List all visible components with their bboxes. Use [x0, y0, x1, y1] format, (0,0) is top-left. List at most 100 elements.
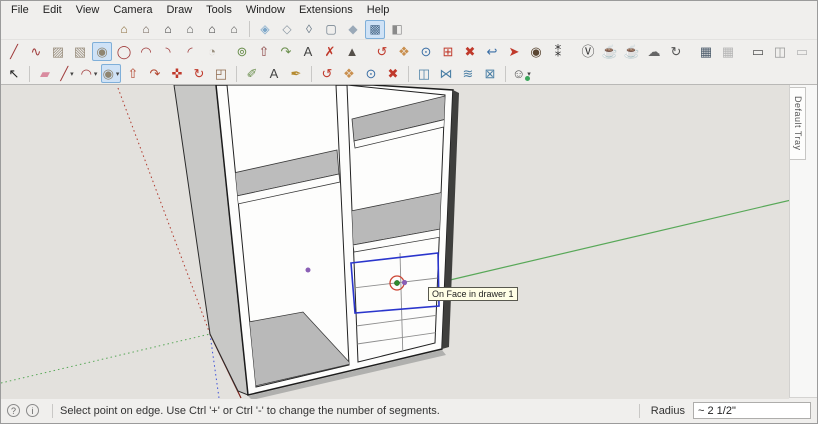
menu-file[interactable]: File: [4, 3, 36, 17]
toolbar-divider: [29, 65, 30, 82]
push-pull-tool-button[interactable]: ⇧: [254, 42, 274, 61]
asset-editor-button[interactable]: ▭: [748, 42, 768, 61]
menu-view[interactable]: View: [69, 3, 107, 17]
section-plane-tool-button[interactable]: ◫: [414, 64, 434, 83]
view-back-icon: ⌂: [208, 22, 216, 36]
rotate-tool-button[interactable]: ↻: [189, 64, 209, 83]
help-icon[interactable]: ?: [7, 404, 20, 417]
view-left-button[interactable]: ⌂: [224, 20, 244, 39]
style-wireframe-button[interactable]: ◊: [299, 20, 319, 39]
lock-viewport-button[interactable]: ▣: [814, 42, 817, 61]
eraser-tool-button[interactable]: ▰: [35, 64, 55, 83]
zoom-tool-button[interactable]: ⊙: [416, 42, 436, 61]
three-point-arc-tool-button[interactable]: ◜: [180, 42, 200, 61]
view-iso-button[interactable]: ⌂: [114, 20, 134, 39]
chaos-cloud-button[interactable]: ☁: [644, 42, 664, 61]
style-shaded-button[interactable]: ◆: [343, 20, 363, 39]
polygon-tool-button[interactable]: ◯: [114, 42, 134, 61]
paint-bucket-tool-button[interactable]: ✒: [286, 64, 306, 83]
scale-tool-button[interactable]: ◰: [211, 64, 231, 83]
menu-tools[interactable]: Tools: [199, 3, 239, 17]
text-tool-button[interactable]: A: [264, 64, 284, 83]
menu-draw[interactable]: Draw: [159, 3, 199, 17]
menu-help[interactable]: Help: [360, 3, 397, 17]
line-tool-button[interactable]: ╱: [4, 42, 24, 61]
context-info-icon[interactable]: i: [26, 404, 39, 417]
circle-tool-flyout-button[interactable]: ◉ ▾: [101, 64, 121, 83]
rotated-rectangle-tool-button[interactable]: ▧: [70, 42, 90, 61]
arc-tool-flyout-dropdown[interactable]: ▾: [94, 70, 98, 78]
move-tool-button[interactable]: ✜: [167, 64, 187, 83]
pan-tool-button[interactable]: ❖: [339, 64, 359, 83]
zoom-previous-tool-button[interactable]: ↩: [482, 42, 502, 61]
zoom-tool-button[interactable]: ⊙: [361, 64, 381, 83]
3d-text-tool-button[interactable]: ▲: [342, 42, 362, 61]
two-point-arc-tool-button[interactable]: ◝: [158, 42, 178, 61]
orbit-tool-button[interactable]: ↺: [372, 42, 392, 61]
render-interactive-icon: ☕: [623, 44, 641, 59]
zoom-extents-tool-button[interactable]: ✖: [460, 42, 480, 61]
walk-tool-button[interactable]: ⁑: [548, 42, 568, 61]
view-right-button[interactable]: ⌂: [180, 20, 200, 39]
freehand-tool-button[interactable]: ∿: [26, 42, 46, 61]
style-back-edges-button[interactable]: ◇: [277, 20, 297, 39]
cosmos-sync-button[interactable]: ↻: [666, 42, 686, 61]
frame-buffer-button[interactable]: ▦: [696, 42, 716, 61]
text-tool-button[interactable]: A: [298, 42, 318, 61]
vray-logo-button[interactable]: Ⓥ: [578, 42, 598, 61]
default-tray-tab[interactable]: Default Tray: [790, 87, 807, 160]
style-hidden-line-button[interactable]: ▢: [321, 20, 341, 39]
orbit-tool-button[interactable]: ↺: [317, 64, 337, 83]
line-tool-icon: ╱: [10, 44, 18, 59]
rectangle-tool-button[interactable]: ▨: [48, 42, 68, 61]
zoom-extents-tool-button[interactable]: ✖: [383, 64, 403, 83]
menu-edit[interactable]: Edit: [36, 3, 69, 17]
render-teapot-button[interactable]: ☕: [600, 42, 620, 61]
section-display-toggle-button[interactable]: ⋈: [436, 64, 456, 83]
style-monochrome-button[interactable]: ◧: [387, 20, 407, 39]
menu-camera[interactable]: Camera: [106, 3, 159, 17]
arc-tool-flyout-button[interactable]: ◠ ▾: [79, 64, 99, 83]
cabinet-model[interactable]: [173, 85, 459, 399]
line-tool-flyout-dropdown[interactable]: ▾: [70, 70, 74, 78]
style-shaded-textures-button[interactable]: ▩: [365, 19, 385, 39]
view-top-button[interactable]: ⌂: [136, 20, 156, 39]
circle-tool-flyout-dropdown[interactable]: ▾: [116, 70, 120, 78]
look-around-tool-button[interactable]: ◉: [526, 42, 546, 61]
arc-tool-button[interactable]: ◠: [136, 42, 156, 61]
main-area: On Face in drawer 1 Default Tray: [1, 85, 817, 399]
pan-tool-button[interactable]: ❖: [394, 42, 414, 61]
position-camera-tool-button[interactable]: ➤: [504, 42, 524, 61]
view-back-button[interactable]: ⌂: [202, 20, 222, 39]
menu-bar: File Edit View Camera Draw Tools Window Extensi…: [1, 1, 817, 19]
circle-tool-button[interactable]: ◉: [92, 42, 112, 61]
section-fill-toggle-button[interactable]: ⊠: [480, 64, 500, 83]
section-cut-toggle-button[interactable]: ≋: [458, 64, 478, 83]
pie-tool-button[interactable]: ◔: [202, 42, 222, 61]
follow-me-tool-button[interactable]: ↷: [145, 64, 165, 83]
push-pull-tool-button[interactable]: ⇧: [123, 64, 143, 83]
section-cut-toggle-icon: ≋: [462, 66, 474, 81]
drawing-canvas[interactable]: On Face in drawer 1: [1, 85, 790, 399]
select-tool-button[interactable]: ↖: [4, 64, 24, 83]
frame-buffer-secondary-button[interactable]: ▦: [718, 42, 738, 61]
move-tool-icon: ✜: [171, 66, 183, 81]
tape-measure-tool-button[interactable]: ✐: [242, 64, 262, 83]
vfb-settings-button[interactable]: ◫: [770, 42, 790, 61]
line-tool-flyout-button[interactable]: ╱ ▾: [57, 64, 77, 83]
axes-tool-button[interactable]: ✗: [320, 42, 340, 61]
render-interactive-button[interactable]: ☕: [622, 42, 642, 61]
measurement-input[interactable]: [693, 402, 811, 419]
style-xray-button[interactable]: ◈: [255, 20, 275, 39]
menu-extensions[interactable]: Extensions: [292, 3, 360, 17]
offset-tool-button[interactable]: ⊚: [232, 42, 252, 61]
frame-buffer-secondary-icon: ▦: [721, 44, 735, 59]
status-bar: ? i Select point on edge. Use Ctrl '+' o…: [1, 397, 817, 423]
cloud-batch-button[interactable]: ▭: [792, 42, 812, 61]
menu-window[interactable]: Window: [239, 3, 292, 17]
follow-me-tool-button[interactable]: ↷: [276, 42, 296, 61]
zoom-window-tool-button[interactable]: ⊞: [438, 42, 458, 61]
model-viewport[interactable]: [1, 85, 790, 399]
account-button[interactable]: ☺ ▾: [511, 64, 532, 83]
view-front-button[interactable]: ⌂: [158, 20, 178, 39]
